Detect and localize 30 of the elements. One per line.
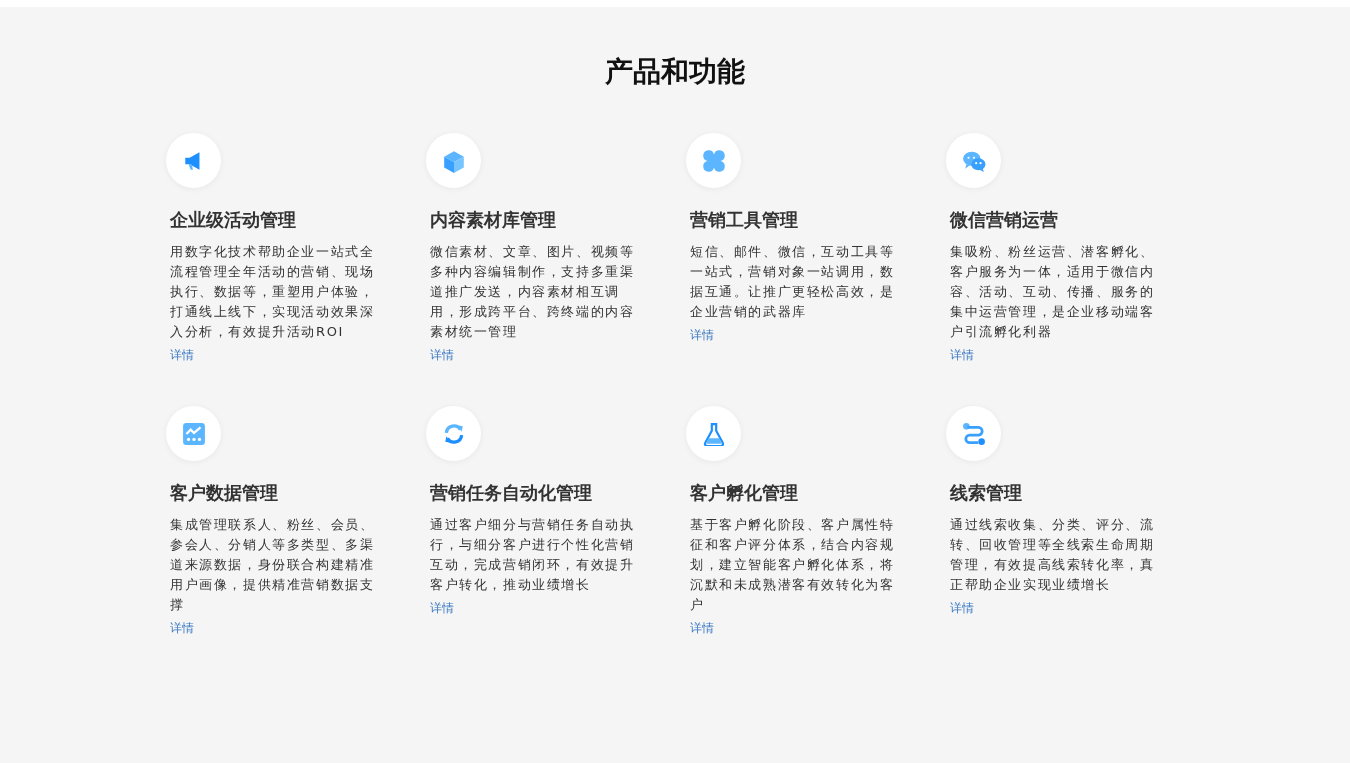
four-petal-icon [701, 148, 726, 173]
feature-title: 微信营销运营 [950, 208, 1059, 232]
details-link[interactable]: 详情 [690, 325, 714, 345]
feature-title: 客户孵化管理 [690, 481, 799, 505]
feature-description: 通过线索收集、分类、评分、流转、回收管理等全线索生命周期管理，有效提高线索转化率，真正帮助企业实现业绩增长 [950, 516, 1156, 594]
cube-icon [441, 148, 466, 173]
details-link[interactable]: 详情 [170, 345, 194, 365]
feature-title: 客户数据管理 [170, 481, 279, 505]
route-icon [961, 421, 986, 446]
details-link[interactable]: 详情 [430, 345, 454, 365]
feature-description: 微信素材、文章、图片、视频等多种内容编辑制作，支持多重渠道推广发送，内容素材相互调用，形成跨平台、跨终端的内容素材统一管理 [430, 243, 636, 341]
section-title: 产品和功能 [604, 55, 746, 89]
details-link[interactable]: 详情 [690, 618, 714, 638]
feature-description: 用数字化技术帮助企业一站式全流程管理全年活动的营销、现场执行、数据等，重塑用户体验，打通线上线下，实现活动效果深入分析，有效提升活动ROI [170, 243, 376, 341]
feature-title: 线索管理 [950, 481, 1023, 505]
feature-title: 营销工具管理 [690, 208, 799, 232]
feature-description: 短信、邮件、微信，互动工具等一站式，营销对象一站调用，数据互通。让推广更轻松高效，是企业营销的武器库 [690, 243, 896, 321]
feature-title: 企业级活动管理 [170, 208, 297, 232]
flask-icon [701, 421, 726, 446]
feature-description: 基于客户孵化阶段、客户属性特征和客户评分体系，结合内容规划，建立智能客户孵化体系，将沉默和未成熟潜客有效转化为客户 [690, 516, 896, 614]
details-link[interactable]: 详情 [950, 598, 974, 618]
feature-title: 内容素材库管理 [430, 208, 557, 232]
chart-icon [181, 421, 206, 446]
feature-description: 集吸粉、粉丝运营、潜客孵化、客户服务为一体，适用于微信内容、活动、互动、传播、服务的集中运营管理，是企业移动端客户引流孵化利器 [950, 243, 1156, 341]
feature-title: 营销任务自动化管理 [430, 481, 593, 505]
details-link[interactable]: 详情 [170, 618, 194, 638]
details-link[interactable]: 详情 [430, 598, 454, 618]
feature-description: 集成管理联系人、粉丝、会员、参会人、分销人等多类型、多渠道来源数据，身份联合构建精准用户画像，提供精准营销数据支撑 [170, 516, 376, 614]
feature-description: 通过客户细分与营销任务自动执行，与细分客户进行个性化营销互动，完成营销闭环，有效提升客户转化，推动业绩增长 [430, 516, 636, 594]
details-link[interactable]: 详情 [950, 345, 974, 365]
